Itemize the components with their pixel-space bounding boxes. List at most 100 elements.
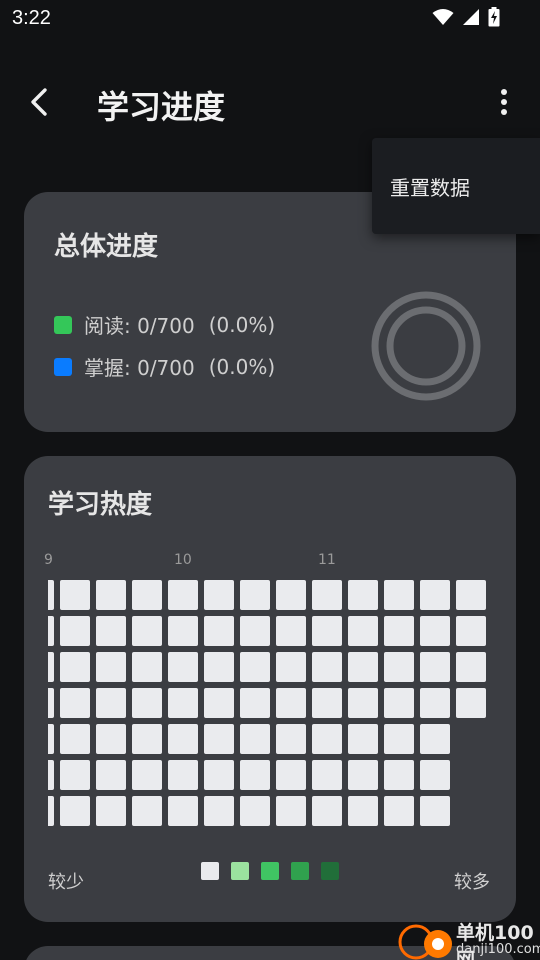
heat-scale-level <box>321 862 339 880</box>
status-bar: 3:22 <box>0 0 540 38</box>
heat-cell <box>384 616 414 646</box>
heat-cell <box>456 580 486 610</box>
heat-cell <box>168 688 198 718</box>
heat-cell <box>132 760 162 790</box>
month-label: 11 <box>318 552 336 568</box>
heatmap-grid <box>48 580 492 830</box>
watermark-url: danji100.com <box>456 942 540 957</box>
heat-cell <box>456 616 486 646</box>
heat-cell <box>276 616 306 646</box>
heat-cell <box>420 688 450 718</box>
heat-cell <box>348 688 378 718</box>
heat-cell <box>168 580 198 610</box>
heat-cell <box>348 616 378 646</box>
signal-icon <box>463 9 479 25</box>
heat-cell <box>60 652 90 682</box>
heat-cell <box>96 724 126 754</box>
heat-cell <box>168 652 198 682</box>
heat-cell <box>96 616 126 646</box>
heat-cell <box>420 796 450 826</box>
master-progress-label: 掌握: 0/700 <box>84 356 195 380</box>
heat-cell <box>60 796 90 826</box>
heat-cell <box>456 652 486 682</box>
heat-cell <box>276 580 306 610</box>
heat-cell <box>312 580 342 610</box>
reset-data-menu-item[interactable]: 重置数据 <box>390 172 470 201</box>
heat-cell <box>240 616 270 646</box>
heat-cell <box>420 580 450 610</box>
heat-cell <box>348 760 378 790</box>
heat-cell <box>96 652 126 682</box>
heat-cell <box>348 652 378 682</box>
heat-cell <box>132 652 162 682</box>
master-ring-track <box>386 306 466 386</box>
heat-cell <box>276 796 306 826</box>
heat-cell <box>132 580 162 610</box>
heat-cell <box>60 616 90 646</box>
heat-cell <box>48 688 54 718</box>
master-color-swatch <box>54 357 72 376</box>
heat-cell <box>240 652 270 682</box>
heat-cell <box>240 688 270 718</box>
heat-cell <box>312 724 342 754</box>
heat-cell <box>48 652 54 682</box>
heat-cell <box>456 688 486 718</box>
heat-cell <box>168 616 198 646</box>
heat-scale-level <box>261 862 279 880</box>
status-time: 3:22 <box>12 7 51 29</box>
heat-cell <box>384 580 414 610</box>
heat-scale <box>201 862 339 880</box>
heat-cell <box>204 760 234 790</box>
watermark-logo <box>398 924 452 960</box>
heat-cell <box>348 580 378 610</box>
app-bar: 学习进度 <box>0 64 540 140</box>
heat-cell <box>240 580 270 610</box>
heat-cell <box>96 760 126 790</box>
heat-cell <box>312 760 342 790</box>
heat-cell <box>204 724 234 754</box>
heat-cell <box>204 616 234 646</box>
heat-cell <box>276 724 306 754</box>
heat-cell <box>276 652 306 682</box>
heat-cell <box>60 580 90 610</box>
heat-scale-level <box>231 862 249 880</box>
heat-cell <box>276 688 306 718</box>
heat-scale-level <box>201 862 219 880</box>
heat-cell <box>240 724 270 754</box>
heat-cell <box>276 760 306 790</box>
study-heat-title: 学习热度 <box>48 490 153 520</box>
more-vert-icon <box>501 89 507 115</box>
heat-cell <box>132 616 162 646</box>
heat-cell <box>48 796 54 826</box>
heat-cell <box>48 724 54 754</box>
heat-cell <box>132 724 162 754</box>
heat-cell <box>204 580 234 610</box>
heat-cell <box>312 652 342 682</box>
master-progress-row: 掌握: 0/700 (0.0%) <box>54 352 275 381</box>
status-icons <box>432 7 500 27</box>
heat-cell <box>348 796 378 826</box>
overflow-menu: 重置数据 <box>372 138 540 234</box>
page-title: 学习进度 <box>97 88 226 126</box>
battery-charging-icon <box>488 7 500 27</box>
heat-cell <box>312 796 342 826</box>
chevron-left-icon <box>31 88 47 116</box>
more-options-button[interactable] <box>488 82 520 122</box>
heat-cell <box>384 760 414 790</box>
heat-cell <box>48 616 54 646</box>
month-label: 10 <box>174 552 192 568</box>
read-progress-percent: (0.0%) <box>208 312 276 337</box>
heat-scale-level <box>291 862 309 880</box>
heat-cell <box>168 724 198 754</box>
read-color-swatch <box>54 315 72 334</box>
overall-progress-title: 总体进度 <box>54 232 159 262</box>
heat-cell <box>312 688 342 718</box>
heat-cell <box>132 688 162 718</box>
heat-cell <box>384 688 414 718</box>
heat-cell <box>420 652 450 682</box>
heat-cell <box>48 580 54 610</box>
less-label: 较少 <box>48 872 84 893</box>
month-label: 9 <box>44 552 53 568</box>
back-button[interactable] <box>20 82 60 122</box>
watermark: 单机100网 danji100.com <box>394 918 540 960</box>
